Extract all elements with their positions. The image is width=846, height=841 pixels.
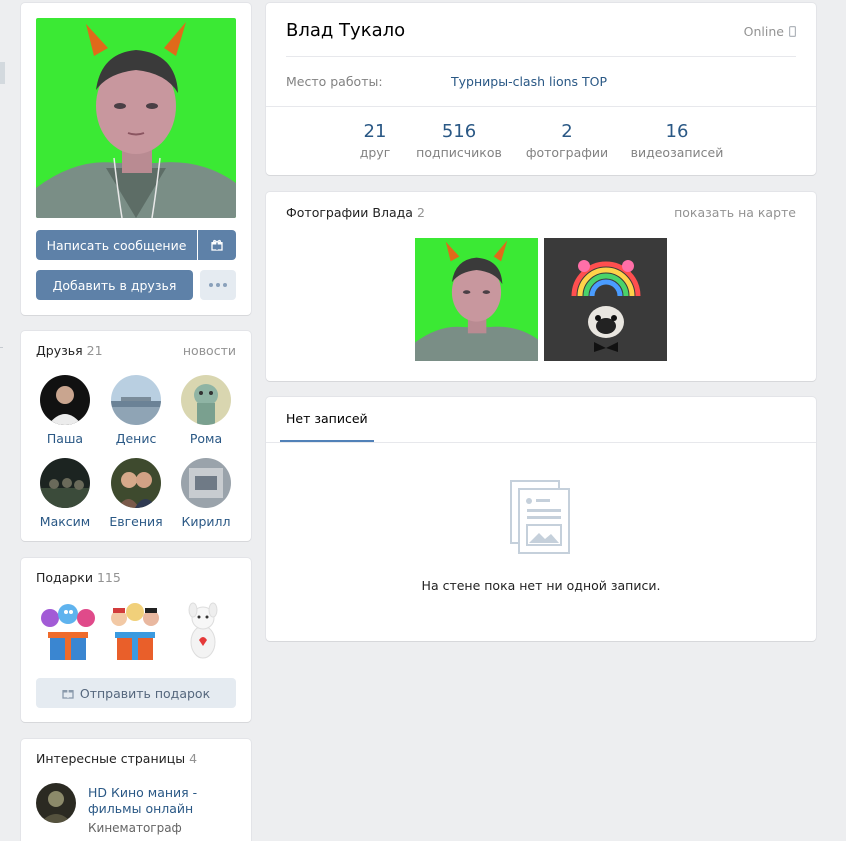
friend-name: Паша	[46, 431, 84, 446]
pages-title[interactable]: Интересные страницы 4	[36, 751, 197, 766]
counter-num: 21	[363, 121, 387, 142]
counter-num: 2	[561, 121, 573, 142]
send-gift-label: Отправить подарок	[79, 685, 211, 701]
counter-label: друг	[359, 145, 391, 160]
empty-wall-icon	[510, 480, 570, 554]
friends-block: Друзья 21 новости Паша Денис Рома Максим …	[21, 331, 251, 541]
left-nav-mark	[0, 347, 3, 348]
left-nav-edge	[0, 62, 5, 84]
friends-title-text: Друзья	[36, 343, 83, 358]
friends-count: 21	[86, 343, 103, 358]
gift-item[interactable]	[103, 598, 167, 662]
more-dots-icon	[209, 283, 227, 287]
page-category: Кинематограф	[88, 821, 182, 835]
photo-thumb[interactable]	[544, 238, 667, 361]
pages-title-text: Интересные страницы	[36, 751, 186, 766]
profile-info-card: Влад Тукало Online Место работы: Турниры…	[266, 3, 816, 175]
friend-name: Евгения	[109, 514, 163, 529]
send-gift-button[interactable]: Отправить подарок	[36, 678, 236, 708]
friends-title[interactable]: Друзья 21	[36, 343, 103, 358]
counter-photos[interactable]: 2 фотографии	[520, 121, 614, 160]
page-name-link[interactable]: HD Кино мания - фильмы онлайн	[88, 785, 238, 817]
counter-num: 516	[441, 121, 477, 142]
friend-name: Рома	[189, 431, 223, 446]
wall-block: Нет записей На стене пока нет ни одной з…	[266, 397, 816, 641]
friend-item[interactable]: Рома	[169, 375, 243, 446]
counter-followers[interactable]: 516 подписчиков	[412, 121, 506, 160]
add-friend-button[interactable]: Добавить в друзья	[36, 270, 193, 300]
divider	[266, 106, 816, 107]
interesting-pages-block: Интересные страницы 4 HD Кино мания - фил…	[21, 739, 251, 841]
photos-block: Фотографии Влада 2 показать на карте	[266, 192, 816, 381]
avatar-card: Написать сообщение Добавить в друзья	[21, 3, 251, 315]
profile-avatar[interactable]	[36, 18, 236, 218]
gift-item[interactable]	[171, 598, 235, 662]
counter-label: фотографии	[525, 145, 609, 160]
friend-item[interactable]: Кирилл	[169, 458, 243, 529]
gift-icon	[62, 690, 74, 699]
friend-avatar	[40, 375, 90, 425]
gifts-title-text: Подарки	[36, 570, 93, 585]
more-actions-button[interactable]	[200, 270, 236, 300]
friend-name: Максим	[39, 514, 91, 529]
friends-news-link[interactable]: новости	[183, 343, 236, 358]
gifts-title[interactable]: Подарки 115	[36, 570, 121, 585]
photos-title[interactable]: Фотографии Влада 2	[286, 205, 425, 220]
work-label: Место работы:	[286, 74, 383, 89]
empty-wall-text: На стене пока нет ни одной записи.	[421, 578, 661, 593]
counter-label: подписчиков	[416, 145, 502, 160]
friend-avatar	[181, 375, 231, 425]
friend-avatar	[111, 375, 161, 425]
send-message-button[interactable]: Написать сообщение	[36, 230, 197, 260]
counter-label: видеозаписей	[630, 145, 724, 160]
friend-item[interactable]: Паша	[28, 375, 102, 446]
pages-count: 4	[189, 751, 198, 766]
counter-videos[interactable]: 16 видеозаписей	[626, 121, 728, 160]
send-message-label: Написать сообщение	[46, 237, 187, 253]
page-avatar[interactable]	[36, 783, 76, 823]
photos-title-text: Фотографии Влада	[286, 205, 413, 220]
gift-button[interactable]	[198, 230, 236, 260]
add-friend-label: Добавить в друзья	[52, 277, 177, 293]
counter-num: 16	[665, 121, 689, 142]
show-on-map-link[interactable]: показать на карте	[674, 205, 796, 220]
photos-count: 2	[416, 205, 425, 220]
work-link[interactable]: Турниры-clash lions TOP	[451, 74, 607, 89]
profile-name: Влад Тукало	[286, 20, 406, 41]
gift-item[interactable]	[36, 598, 100, 662]
friend-avatar	[181, 458, 231, 508]
online-status-text: Online	[743, 24, 784, 39]
gifts-count: 115	[96, 570, 121, 585]
friend-name: Кирилл	[181, 514, 231, 529]
friend-avatar	[111, 458, 161, 508]
tab-no-posts[interactable]: Нет записей	[280, 397, 374, 442]
friend-avatar	[40, 458, 90, 508]
gifts-block: Подарки 115 Отправить подарок	[21, 558, 251, 722]
divider	[266, 442, 816, 443]
friend-item[interactable]: Денис	[99, 375, 173, 446]
divider	[286, 56, 796, 57]
mobile-phone-icon	[789, 26, 796, 37]
counter-friends[interactable]: 21 друг	[344, 121, 406, 160]
friend-item[interactable]: Евгения	[99, 458, 173, 529]
friend-name: Денис	[115, 431, 157, 446]
photo-thumb[interactable]	[415, 238, 538, 361]
gift-icon	[211, 239, 223, 251]
friend-item[interactable]: Максим	[28, 458, 102, 529]
online-status: Online	[744, 24, 796, 39]
